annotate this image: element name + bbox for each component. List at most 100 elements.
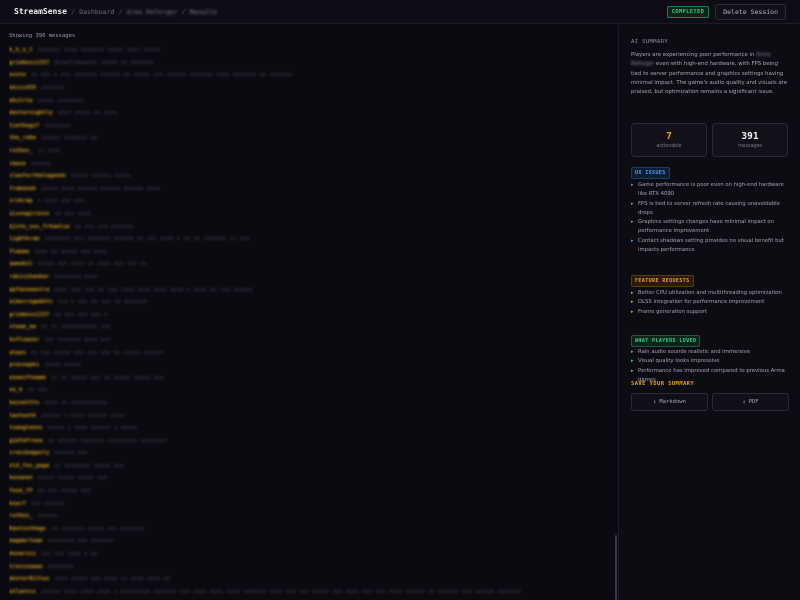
brand-logo[interactable]: StreamSense [14, 7, 67, 16]
message-username[interactable]: flamaa [9, 249, 29, 255]
messages-scrollbar[interactable] [615, 535, 617, 600]
message-username[interactable]: koarf [9, 501, 26, 507]
message-username[interactable]: ruthez_ [9, 513, 33, 519]
message-username[interactable]: kofloaner [9, 337, 39, 343]
message-username[interactable]: dunarsii [9, 551, 36, 557]
message-username[interactable]: kainettts [9, 400, 39, 406]
message-text: xxxxx xxxxxx xxxxx [71, 173, 131, 180]
message-text: xxxxxx xxx [54, 450, 88, 457]
message-username[interactable]: timeglenns [9, 425, 43, 431]
message-row: timeglenns xxxxx x xxxx xxxxxx x xxxxx [9, 422, 609, 435]
message-username[interactable]: crzkrap [9, 198, 33, 204]
message-username[interactable]: bjstn_sos_frkeelza [9, 224, 70, 230]
delete-session-button[interactable]: Delete Session [715, 3, 786, 20]
message-row: koarf xxx xxxxxx [9, 497, 609, 510]
message-username[interactable]: aamobil [9, 261, 33, 267]
list-item-text: Visual quality looks impressive [638, 358, 720, 365]
message-text: xxxxxx xxxxxxx xx [40, 135, 98, 142]
message-username[interactable]: eimecrogadnts [9, 299, 53, 305]
message-text: xxxxxxx [40, 85, 65, 92]
bullet-arrow-icon: ▸ [631, 200, 634, 207]
message-username[interactable]: frakenek [9, 186, 36, 192]
message-username[interactable]: no_k [9, 387, 22, 393]
message-username[interactable]: ekiss429 [9, 85, 36, 91]
download-icon: ↓ [742, 399, 746, 405]
message-username[interactable]: tautooth [9, 413, 36, 419]
message-text: xxxx xxx xxx xx xxx xxxx xxxx xxxx xxxx … [54, 286, 254, 293]
message-text: xx xxx x xxx xxxxxxx xxxxxx xx xxxxx xxx… [30, 72, 293, 79]
download-pdf-button[interactable]: ↓ PDF [712, 393, 789, 411]
message-username[interactable]: Kantinthegs [9, 526, 46, 532]
message-username[interactable]: dexterBitlez [9, 576, 49, 582]
message-username[interactable]: grimboxs1337 [9, 60, 49, 66]
message-username[interactable]: usnto [9, 72, 26, 78]
message-username[interactable]: ruthez_ [9, 148, 33, 154]
list-item-text: Rain audio sounds realistic and immersiv… [638, 349, 751, 355]
message-text: xxx xxx xxxx x xx [40, 551, 98, 558]
message-row: grimboxs1337 xx xxx xxx xxx x [9, 308, 609, 321]
bullet-arrow-icon: ▸ [631, 219, 634, 226]
message-username[interactable]: magamrtoan [9, 538, 43, 544]
message-row: steam_nm xx xx xxxxxxxxxxx xxx [9, 321, 609, 334]
message-username[interactable]: b_h_u_t [9, 47, 33, 53]
download-markdown-button[interactable]: ↓ Markdown [631, 393, 708, 411]
message-username[interactable]: clanforthelegends [9, 173, 66, 179]
bullet-arrow-icon: ▸ [631, 237, 634, 244]
message-text: xx xxx xxxx [54, 211, 91, 218]
breadcrumb-dashboard[interactable]: Dashboard [79, 8, 114, 16]
ai-summary-text: Players are experiencing poor performanc… [631, 51, 789, 97]
feature-requests-list: ▸ Better CPU utilization and multithreadi… [631, 289, 791, 317]
message-row: kainettts xxxx xx xxxxxxxxxxx [9, 397, 609, 410]
message-username[interactable]: tiethegiT [9, 123, 39, 129]
list-item: ▸ Rain audio sounds realistic and immersi… [631, 348, 791, 357]
message-row: magamrtoan xxxxxxxx xxx xxxxxxx [9, 535, 609, 548]
message-text: x xxxx xxx xxx [37, 198, 84, 205]
markdown-label: Markdown [659, 399, 686, 405]
bullet-arrow-icon: ▸ [631, 367, 634, 374]
message-text: xxxxxxxx [44, 122, 71, 129]
list-item: ▸ Visual quality looks impressive [631, 357, 791, 366]
message-username[interactable]: prasnapks [9, 362, 39, 368]
list-item-text: Better CPU utilization and multithreadin… [638, 290, 782, 296]
feature-requests-tag: FEATURE REQUESTS [631, 275, 694, 287]
message-text: xxxxxx xxxx xxxx xxxx x xxxxxxxxx xxxxxx… [40, 588, 522, 595]
message-username[interactable]: atayo [9, 350, 26, 356]
bullet-arrow-icon: ▸ [631, 358, 634, 365]
message-username[interactable]: hunanen [9, 475, 33, 481]
message-row: tiethegiT xxxxxxxx [9, 120, 609, 133]
bullet-arrow-icon: ▸ [631, 349, 634, 355]
message-text: xxxx xx xxxxx xxx xxxx [34, 248, 108, 255]
message-username[interactable]: trevinoman [9, 564, 43, 570]
message-text: xx xxx [27, 387, 48, 394]
stat-actionable: 7 actionable [631, 123, 707, 157]
ux-issues-list: ▸ Game performance is poor even on high-e… [631, 181, 791, 255]
message-username[interactable]: exmeiftemme [9, 375, 46, 381]
message-text: xxxxxxxx xxxx [54, 273, 98, 280]
message-username[interactable]: fuze_ff [9, 488, 33, 494]
messages-panel[interactable]: Showing 390 messages b_h_u_t xxxxxxx xxxx… [0, 25, 618, 600]
message-row: dunarsii xxx xxx xxxx x xx [9, 548, 609, 561]
message-username[interactable]: lightkram [9, 236, 39, 242]
breadcrumb-stream[interactable]: Arma Reforger [127, 8, 178, 16]
message-username[interactable]: grimboxs1337 [9, 312, 49, 318]
message-username[interactable]: cmaze [9, 161, 26, 167]
bullet-arrow-icon: ▸ [631, 299, 634, 306]
message-username[interactable]: the_rube [9, 135, 36, 141]
message-row: crazikegasly xxxxxx xxx [9, 447, 609, 460]
message-username[interactable]: rakisihanker [9, 274, 49, 280]
message-username[interactable]: atlantis [9, 589, 36, 595]
message-text: xx xxxxxxxx xxxxx xxx [54, 462, 124, 469]
message-username[interactable]: mhitrte [9, 98, 33, 104]
message-username[interactable]: gimfafrmxe [9, 438, 43, 444]
message-row: grimboxs1337 @lowfrequency xxxxx xx xxxxx… [9, 57, 609, 70]
message-username[interactable]: dexternightly [9, 110, 53, 116]
message-username[interactable]: apfanoeaxtra [9, 287, 49, 293]
message-text: xxxx xxxxx xxx xxxx xx xxxx xxxx xx [54, 576, 171, 583]
message-row: usnto xx xxx x xxx xxxxxxx xxxxxx xx xxxx… [9, 69, 609, 82]
message-username[interactable]: crazikegasly [9, 450, 49, 456]
message-username[interactable]: iLovegirzxxx [9, 211, 49, 217]
message-username[interactable]: steam_nm [9, 324, 36, 330]
message-username[interactable]: old_fox_page [9, 463, 49, 469]
message-row: kofloaner xxx xxxxxxx xxxx xxx [9, 334, 609, 347]
bullet-arrow-icon: ▸ [631, 290, 634, 296]
